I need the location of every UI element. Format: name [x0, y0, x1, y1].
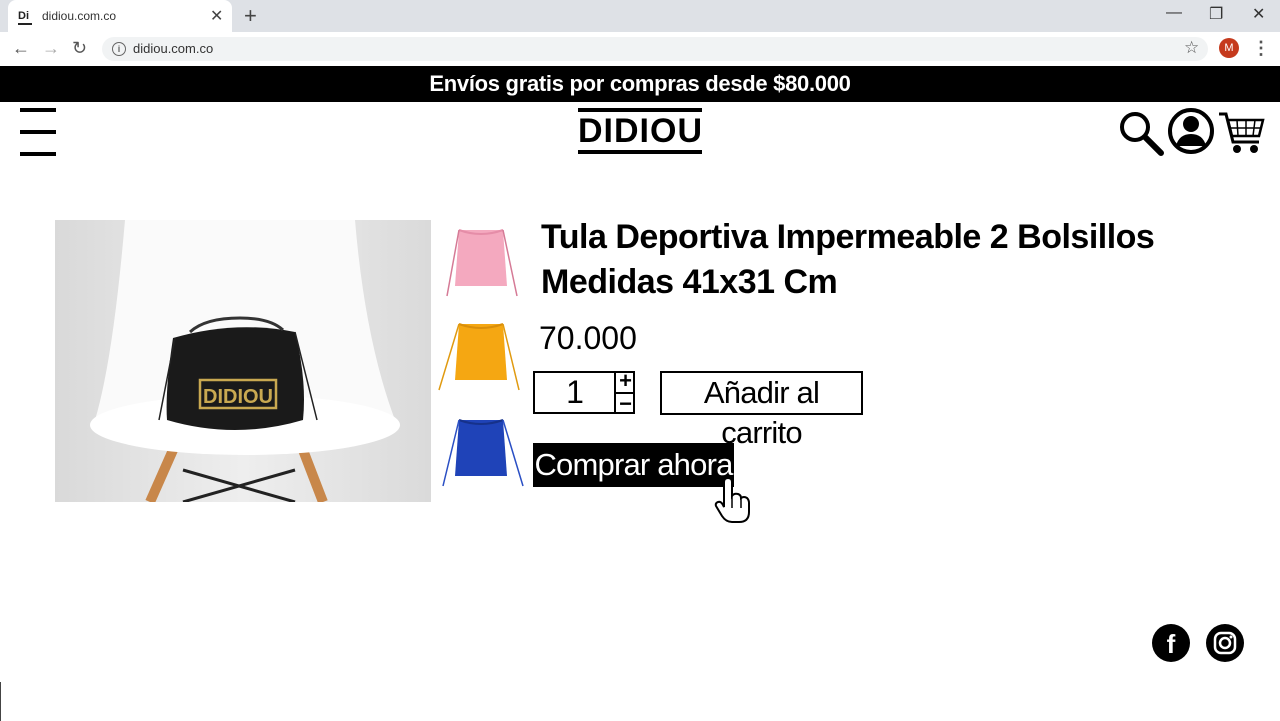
site-logo[interactable]: DIDIOU: [578, 108, 702, 154]
site-info-icon[interactable]: i: [112, 42, 126, 56]
product-main-image[interactable]: DIDIOU: [55, 220, 431, 502]
search-icon[interactable]: [1118, 110, 1164, 161]
product-price: 70.000: [539, 320, 637, 356]
profile-avatar[interactable]: M: [1219, 38, 1239, 58]
product-title-line-1: Tula Deportiva Impermeable 2 Bolsillos: [541, 218, 1155, 256]
favicon-icon: Di: [18, 9, 32, 25]
reload-icon[interactable]: ↻: [72, 38, 87, 59]
product-thumbnail-orange[interactable]: [437, 318, 527, 396]
product-thumbnail-blue[interactable]: [437, 414, 527, 492]
instagram-icon[interactable]: [1206, 624, 1244, 662]
browser-menu-icon[interactable]: ⋮: [1252, 38, 1270, 59]
restore-icon[interactable]: ❐: [1209, 4, 1223, 24]
add-to-cart-button[interactable]: Añadir al carrito: [660, 371, 863, 450]
shopping-cart-icon[interactable]: [1217, 108, 1265, 161]
promo-banner: Envíos gratis por compras desde $80.000: [0, 66, 1280, 102]
tab-title: didiou.com.co: [42, 9, 117, 23]
bag-brand-text: DIDIOU: [203, 386, 273, 408]
buy-now-button[interactable]: Comprar ahora: [533, 443, 734, 487]
facebook-icon[interactable]: f: [1152, 624, 1190, 662]
product-title: Tula Deportiva Impermeable 2 Bolsillos M…: [541, 215, 1155, 305]
user-account-icon[interactable]: [1167, 108, 1215, 159]
browser-tab[interactable]: Di didiou.com.co ✕: [8, 0, 232, 32]
product-title-line-2: Medidas 41x31 Cm: [541, 263, 838, 301]
close-tab-icon[interactable]: ✕: [210, 6, 223, 26]
bookmark-star-icon[interactable]: ☆: [1184, 38, 1199, 58]
quantity-increase-button[interactable]: +: [616, 370, 635, 392]
quantity-decrease-button[interactable]: −: [616, 392, 635, 415]
hand-cursor-icon: [714, 476, 752, 529]
new-tab-icon[interactable]: +: [244, 3, 257, 29]
back-icon[interactable]: ←: [12, 38, 30, 59]
close-window-icon[interactable]: ✕: [1252, 4, 1265, 24]
quantity-input[interactable]: 1: [535, 371, 615, 413]
address-bar[interactable]: [102, 37, 1208, 61]
url-text[interactable]: didiou.com.co: [133, 41, 213, 56]
hamburger-menu-icon[interactable]: [20, 108, 56, 156]
window-edge: [0, 682, 1, 721]
product-thumbnail-pink[interactable]: [437, 224, 527, 302]
forward-icon[interactable]: →: [42, 38, 60, 59]
minimize-icon[interactable]: —: [1166, 4, 1182, 22]
